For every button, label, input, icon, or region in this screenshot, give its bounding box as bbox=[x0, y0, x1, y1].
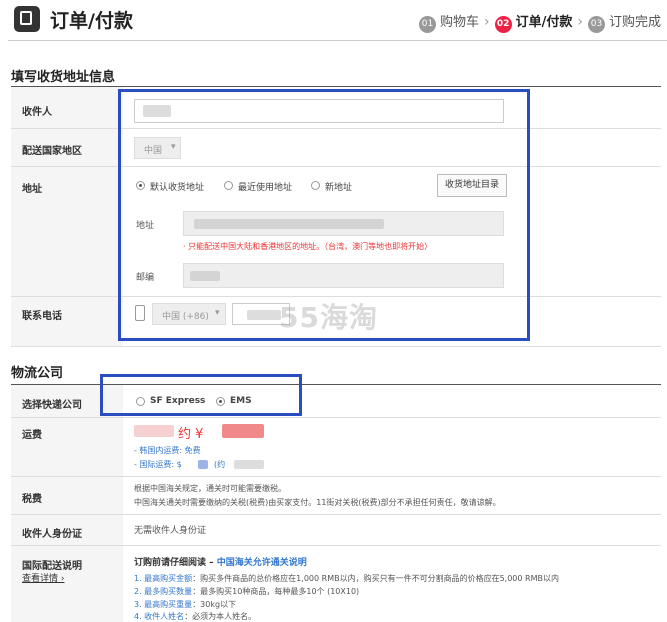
intl-freight-approx: (约 bbox=[214, 460, 226, 469]
checkout-steps: 01 购物车 › 02 订单/付款 › 03 订购完成 bbox=[419, 11, 661, 33]
address-section-title: 填写收货地址信息 bbox=[11, 70, 116, 85]
order-icon bbox=[14, 6, 40, 32]
view-details-link[interactable]: 查看详情 › bbox=[22, 571, 64, 584]
row-divider bbox=[11, 514, 661, 515]
country-label: 配送国家地区 bbox=[22, 146, 82, 157]
rule-row: 1. 最高购买金额：购买多件商品的总价格应在1,000 RMB以内，购买只有一件… bbox=[134, 573, 559, 584]
step-number: 01 bbox=[419, 16, 436, 33]
rule-text: ：30kg以下 bbox=[192, 600, 237, 609]
step-complete: 03 订购完成 bbox=[587, 11, 661, 33]
freight-approx: 约 ¥ bbox=[178, 427, 204, 442]
header-divider bbox=[8, 40, 667, 41]
customs-info-link[interactable]: 中国海关允许通关说明 bbox=[217, 558, 307, 568]
row-divider bbox=[11, 417, 661, 418]
rule-row: 2. 最多购买数量：最多购买10种商品，每种最多10个 (10X10) bbox=[134, 586, 359, 597]
id-label: 收件人身份证 bbox=[22, 529, 82, 540]
chevron-right-icon: › bbox=[577, 14, 583, 30]
rule-key: 4. 收件人姓名 bbox=[134, 612, 185, 621]
intl-heading: 订购前请仔细阅读 – 中国海关允许通关说明 bbox=[134, 555, 307, 568]
step-number: 03 bbox=[587, 16, 605, 33]
section-divider bbox=[11, 86, 661, 87]
step-label: 购物车 bbox=[440, 15, 480, 30]
intl-heading-text: 订购前请仔细阅读 – bbox=[134, 558, 214, 568]
step-label: 订购完成 bbox=[608, 15, 661, 30]
rule-text: ：最多购买10种商品，每种最多10个 (10X10) bbox=[192, 587, 360, 596]
tax-line-2: 中国海关通关时需要缴纳的关税(税费)由买家支付。11街对关税(税费)部分不承担任… bbox=[134, 498, 501, 507]
courier-label: 选择快递公司 bbox=[22, 400, 82, 411]
recipient-label: 收件人 bbox=[22, 107, 52, 118]
row-divider bbox=[11, 476, 661, 477]
intl-freight: - 国际运费: $ bbox=[134, 460, 182, 469]
highlight-box bbox=[118, 89, 530, 341]
rule-text: ：购买多件商品的总价格应在1,000 RMB以内，购买只有一件不可分割商品的价格… bbox=[192, 574, 559, 583]
freight-label: 运费 bbox=[22, 430, 42, 441]
address-label: 地址 bbox=[22, 184, 42, 195]
rule-text: ：必须为本人姓名。 bbox=[184, 612, 257, 621]
rule-row: 4. 收件人姓名：必须为本人姓名。 bbox=[134, 611, 256, 622]
row-divider bbox=[11, 346, 661, 347]
redacted-value bbox=[234, 460, 264, 469]
step-cart: 01 购物车 bbox=[419, 11, 479, 33]
rule-key: 2. 最多购买数量 bbox=[134, 587, 193, 596]
rule-key: 1. 最高购买金额 bbox=[134, 574, 193, 583]
id-value: 无需收件人身份证 bbox=[134, 526, 207, 536]
redacted-value bbox=[134, 425, 174, 437]
page-title: 订单/付款 bbox=[50, 10, 133, 32]
redacted-value bbox=[198, 460, 208, 469]
tax-line-1: 根据中国海关规定，通关时可能需要缴税。 bbox=[134, 484, 286, 493]
highlight-box bbox=[100, 374, 302, 416]
rule-row: 3. 最高购买重量：30kg以下 bbox=[134, 599, 236, 610]
logistics-section-title: 物流公司 bbox=[11, 366, 64, 381]
korea-freight: - 韩国内运费: 免费 bbox=[134, 446, 201, 455]
redacted-value bbox=[222, 424, 264, 438]
row-divider bbox=[11, 545, 661, 546]
step-number: 02 bbox=[494, 16, 512, 33]
phone-label: 联系电话 bbox=[22, 311, 62, 322]
step-order: 02 订单/付款 bbox=[494, 11, 573, 33]
rule-key: 3. 最高购买重量 bbox=[134, 600, 193, 609]
tax-label: 税费 bbox=[22, 494, 42, 505]
chevron-right-icon: › bbox=[484, 14, 490, 30]
intl-shipping-label: 国际配送说明 bbox=[22, 561, 82, 572]
step-label: 订单/付款 bbox=[515, 15, 573, 30]
